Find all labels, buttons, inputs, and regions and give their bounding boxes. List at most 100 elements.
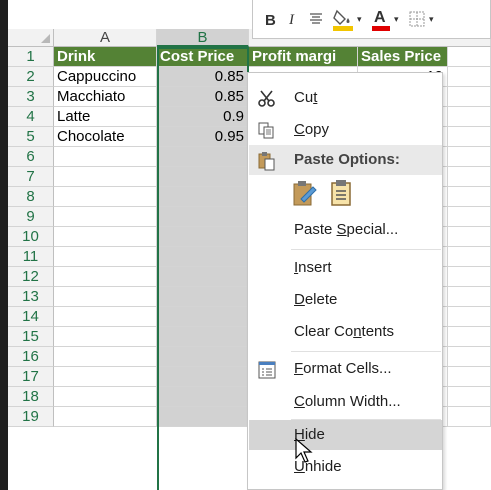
menu-item-hide[interactable]: Hide <box>249 420 442 450</box>
cell-empty[interactable] <box>448 127 491 147</box>
row-header[interactable]: 18 <box>8 387 54 407</box>
menu-item-paste-special[interactable]: Paste Special... <box>249 215 442 245</box>
cell-drink[interactable] <box>54 207 157 227</box>
menu-item-copy[interactable]: Copy <box>249 115 442 145</box>
borders-icon[interactable] <box>409 11 425 31</box>
italic-button[interactable]: I <box>289 12 294 29</box>
cell-cost-price[interactable]: 0.9 <box>157 107 249 127</box>
header-cell-drink[interactable]: Drink <box>54 47 157 67</box>
cell-empty[interactable] <box>448 207 491 227</box>
row-header[interactable]: 5 <box>8 127 54 147</box>
cell-cost-price[interactable] <box>157 247 249 267</box>
row-header[interactable]: 13 <box>8 287 54 307</box>
menu-item-insert[interactable]: Insert <box>249 253 442 283</box>
cell-empty[interactable] <box>448 227 491 247</box>
menu-item-column-width[interactable]: Column Width... <box>249 387 442 417</box>
menu-item-unhide[interactable]: Unhide <box>249 452 442 482</box>
select-all-corner[interactable] <box>8 29 54 47</box>
cell-empty[interactable] <box>448 267 491 287</box>
cell-drink[interactable]: Chocolate <box>54 127 157 147</box>
cell-drink[interactable] <box>54 167 157 187</box>
row-header[interactable]: 16 <box>8 347 54 367</box>
cell-drink[interactable] <box>54 247 157 267</box>
cell-drink[interactable] <box>54 147 157 167</box>
row-header[interactable]: 11 <box>8 247 54 267</box>
cell-empty[interactable] <box>448 107 491 127</box>
header-cell-profit-margin[interactable]: Profit margi <box>249 47 358 67</box>
cell-drink[interactable] <box>54 307 157 327</box>
cell-cost-price[interactable] <box>157 367 249 387</box>
row-header[interactable]: 15 <box>8 327 54 347</box>
row-header[interactable]: 7 <box>8 167 54 187</box>
align-center-icon[interactable] <box>309 12 323 30</box>
cell-empty[interactable] <box>448 367 491 387</box>
bold-button[interactable]: B <box>265 12 276 29</box>
cell-cost-price[interactable] <box>157 347 249 367</box>
cell-empty[interactable] <box>448 327 491 347</box>
header-cell-sales-price[interactable]: Sales Price <box>358 47 448 67</box>
row-header[interactable]: 9 <box>8 207 54 227</box>
row-header[interactable]: 2 <box>8 67 54 87</box>
cell-cost-price[interactable] <box>157 187 249 207</box>
cell-empty[interactable] <box>448 387 491 407</box>
borders-dropdown-icon[interactable]: ▾ <box>429 14 434 25</box>
cell-drink[interactable] <box>54 287 157 307</box>
font-color-dropdown-icon[interactable]: ▾ <box>394 14 399 25</box>
cell-drink[interactable] <box>54 327 157 347</box>
cell-drink[interactable] <box>54 407 157 427</box>
menu-item-cut[interactable]: Cut <box>249 83 442 113</box>
cell-drink[interactable]: Cappuccino <box>54 67 157 87</box>
cell-cost-price[interactable]: 0.95 <box>157 127 249 147</box>
row-header[interactable]: 14 <box>8 307 54 327</box>
font-color-icon[interactable]: A <box>371 7 391 37</box>
row-header[interactable]: 10 <box>8 227 54 247</box>
cell-cost-price[interactable]: 0.85 <box>157 87 249 107</box>
cell-drink[interactable] <box>54 347 157 367</box>
header-cell-cost-price[interactable]: Cost Price <box>157 47 249 67</box>
cell-cost-price[interactable] <box>157 407 249 427</box>
cell-drink[interactable] <box>54 267 157 287</box>
cell-cost-price[interactable] <box>157 307 249 327</box>
cell-drink[interactable] <box>54 387 157 407</box>
cell-empty[interactable] <box>448 67 491 87</box>
row-header[interactable]: 12 <box>8 267 54 287</box>
cell-cost-price[interactable] <box>157 267 249 287</box>
fill-color-icon[interactable] <box>331 7 355 37</box>
menu-item-delete[interactable]: Delete <box>249 285 442 315</box>
cell-empty[interactable] <box>448 47 491 67</box>
row-header[interactable]: 6 <box>8 147 54 167</box>
cell-cost-price[interactable] <box>157 387 249 407</box>
cell-drink[interactable]: Latte <box>54 107 157 127</box>
cell-empty[interactable] <box>448 407 491 427</box>
cell-empty[interactable] <box>448 167 491 187</box>
cell-cost-price[interactable] <box>157 147 249 167</box>
cell-cost-price[interactable]: 0.85 <box>157 67 249 87</box>
menu-item-format-cells[interactable]: Format Cells... <box>249 354 442 384</box>
row-header[interactable]: 4 <box>8 107 54 127</box>
column-header-a[interactable]: A <box>54 29 157 47</box>
column-header-b[interactable]: B <box>157 29 249 47</box>
paste-clipboard-icon[interactable] <box>328 179 358 209</box>
cell-cost-price[interactable] <box>157 207 249 227</box>
cell-cost-price[interactable] <box>157 167 249 187</box>
fill-dropdown-icon[interactable]: ▾ <box>357 14 362 25</box>
cell-drink[interactable]: Macchiato <box>54 87 157 107</box>
cell-cost-price[interactable] <box>157 287 249 307</box>
cell-empty[interactable] <box>448 307 491 327</box>
cell-empty[interactable] <box>448 247 491 267</box>
cell-drink[interactable] <box>54 187 157 207</box>
row-header[interactable]: 17 <box>8 367 54 387</box>
row-header[interactable]: 19 <box>8 407 54 427</box>
cell-cost-price[interactable] <box>157 327 249 347</box>
cell-drink[interactable] <box>54 367 157 387</box>
paste-format-painter-icon[interactable] <box>292 179 322 209</box>
cell-cost-price[interactable] <box>157 227 249 247</box>
row-header[interactable]: 1 <box>8 47 54 67</box>
row-header[interactable]: 3 <box>8 87 54 107</box>
cell-empty[interactable] <box>448 187 491 207</box>
row-header[interactable]: 8 <box>8 187 54 207</box>
cell-empty[interactable] <box>448 287 491 307</box>
cell-empty[interactable] <box>448 87 491 107</box>
cell-drink[interactable] <box>54 227 157 247</box>
menu-item-clear-contents[interactable]: Clear Contents <box>249 317 442 347</box>
